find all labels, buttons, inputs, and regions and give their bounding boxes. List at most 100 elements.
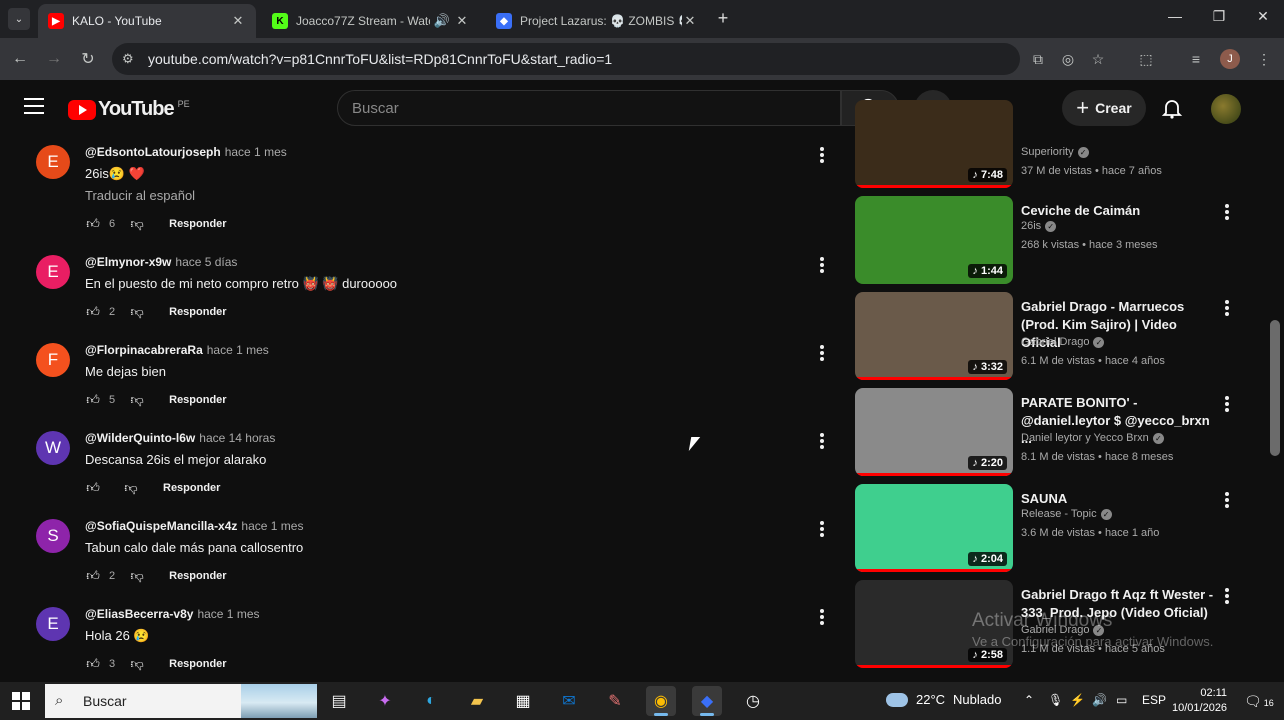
dislike-icon[interactable]: 👎︎ — [129, 392, 145, 408]
related-video[interactable]: ♪ 7:48 Superiority ✓ 37 M de vistas • hac… — [855, 100, 1255, 192]
back-icon[interactable]: ← — [10, 49, 30, 69]
keyboard-language[interactable]: ESP — [1142, 693, 1166, 707]
like-icon[interactable]: 👍︎ — [85, 480, 101, 496]
outlook-icon[interactable]: ✉ — [554, 686, 584, 716]
site-info-icon[interactable]: ⚙ — [122, 51, 138, 67]
video-more-icon[interactable] — [1223, 396, 1231, 414]
comment-more-icon[interactable] — [814, 345, 830, 363]
video-more-icon[interactable] — [1223, 588, 1231, 606]
comment-author[interactable]: @Elmynor-x9w — [85, 255, 171, 269]
search-input[interactable]: Buscar — [337, 90, 841, 126]
comment-author[interactable]: @WilderQuinto-l6w — [85, 431, 195, 445]
recorder-icon[interactable]: ◷ — [738, 686, 768, 716]
notifications-icon[interactable]: 🗨 16 — [1244, 693, 1274, 710]
browser-menu-icon[interactable]: ⋮ — [1254, 49, 1274, 69]
related-video[interactable]: ♪ 2:04 SAUNA Release - Topic ✓ 3.6 M de v… — [855, 484, 1255, 576]
commenter-avatar[interactable]: E — [36, 145, 70, 179]
page-scrollbar[interactable] — [1270, 320, 1280, 456]
profile-avatar[interactable]: J — [1220, 49, 1240, 69]
like-icon[interactable]: 👍︎ — [85, 392, 101, 408]
task-view-icon[interactable]: ▤ — [324, 686, 354, 716]
tab-search-button[interactable]: ⌄ — [8, 8, 30, 30]
video-thumbnail[interactable]: ♪ 1:44 — [855, 196, 1013, 284]
like-icon[interactable]: 👍︎ — [85, 304, 101, 320]
reply-button[interactable]: Responder — [163, 482, 220, 494]
file-explorer-icon[interactable]: ▰ — [462, 686, 492, 716]
network-icon[interactable]: ⚡ — [1070, 693, 1085, 707]
roblox-icon[interactable]: ◆ — [692, 686, 722, 716]
video-thumbnail[interactable]: ♪ 7:48 — [855, 100, 1013, 188]
channel-name[interactable]: Daniel leytor y Yecco Brxn ✓ — [1021, 432, 1164, 444]
reply-button[interactable]: Responder — [169, 306, 226, 318]
paint-icon[interactable]: ✎ — [600, 686, 630, 716]
reload-icon[interactable]: ↻ — [78, 49, 98, 69]
comment-author[interactable]: @SofiaQuispeMancilla-x4z — [85, 519, 237, 533]
close-window-icon[interactable]: ✕ — [1248, 8, 1278, 25]
weather-widget[interactable]: 22°C Nublado — [886, 692, 1001, 707]
reply-button[interactable]: Responder — [169, 570, 226, 582]
video-thumbnail[interactable]: ♪ 2:20 — [855, 388, 1013, 476]
dislike-icon[interactable]: 👎︎ — [129, 304, 145, 320]
url-bar[interactable]: ⚙ youtube.com/watch?v=p81CnnrToFU&list=R… — [112, 43, 1020, 75]
reply-button[interactable]: Responder — [169, 218, 226, 230]
comment-time[interactable]: hace 1 mes — [225, 145, 287, 159]
install-app-icon[interactable]: ⧉ — [1028, 49, 1048, 69]
comment-more-icon[interactable] — [814, 609, 830, 627]
tab-joacco-stream[interactable]: K Joacco77Z Stream - Watch 🔊 ✕ — [262, 4, 480, 38]
commenter-avatar[interactable]: E — [36, 255, 70, 289]
comment-time[interactable]: hace 1 mes — [207, 343, 269, 357]
like-icon[interactable]: 👍︎ — [85, 568, 101, 584]
commenter-avatar[interactable]: E — [36, 607, 70, 641]
channel-name[interactable]: Superiority ✓ — [1021, 146, 1089, 158]
extensions-icon[interactable]: ⬚ — [1136, 49, 1156, 69]
restore-icon[interactable]: ❐ — [1204, 8, 1234, 25]
related-video[interactable]: ♪ 3:32 Gabriel Drago - Marruecos (Prod. … — [855, 292, 1255, 384]
reply-button[interactable]: Responder — [169, 658, 226, 670]
commenter-avatar[interactable]: W — [36, 431, 70, 465]
related-video[interactable]: ♪ 2:20 PARATE BONITO' - @daniel.leytor $… — [855, 388, 1255, 480]
tab-project-lazarus[interactable]: ◆ Project Lazarus: 💀 ZOMBIS 💀 ✕ — [486, 4, 708, 38]
chrome-icon[interactable]: ◉ — [646, 686, 676, 716]
commenter-avatar[interactable]: F — [36, 343, 70, 377]
video-title[interactable]: Ceviche de Caimán — [1021, 202, 1217, 220]
comment-more-icon[interactable] — [814, 521, 830, 539]
commenter-avatar[interactable]: S — [36, 519, 70, 553]
comment-more-icon[interactable] — [814, 433, 830, 451]
tracking-protection-icon[interactable]: ◎ — [1058, 49, 1078, 69]
dislike-icon[interactable]: 👎︎ — [129, 656, 145, 672]
comment-time[interactable]: hace 14 horas — [199, 431, 275, 445]
forward-icon[interactable]: → — [44, 49, 64, 69]
taskbar-search-box[interactable]: ⌕ Buscar — [45, 684, 317, 718]
video-more-icon[interactable] — [1223, 204, 1231, 222]
hamburger-menu-icon[interactable] — [24, 98, 44, 114]
tab-kalo-youtube[interactable]: ▶ KALO - YouTube ✕ — [38, 4, 256, 38]
channel-name[interactable]: Gabriel Drago ✓ — [1021, 336, 1105, 348]
comment-author[interactable]: @EliasBecerra-v8y — [85, 607, 193, 621]
like-icon[interactable]: 👍︎ — [85, 216, 101, 232]
youtube-logo[interactable]: YouTube PE — [68, 98, 190, 121]
volume-icon[interactable]: 🔊 — [1092, 693, 1107, 707]
reply-button[interactable]: Responder — [169, 394, 226, 406]
dislike-icon[interactable]: 👎︎ — [129, 568, 145, 584]
comment-time[interactable]: hace 5 días — [175, 255, 237, 269]
new-tab-button[interactable]: + — [708, 8, 738, 29]
windows-start-icon[interactable] — [12, 692, 30, 710]
microphone-tray-icon[interactable]: 🎙 — [1048, 693, 1063, 707]
comment-more-icon[interactable] — [814, 147, 830, 165]
copilot-icon[interactable]: ✦ — [370, 686, 400, 716]
dislike-icon[interactable]: 👎︎ — [123, 480, 139, 496]
like-icon[interactable]: 👍︎ — [85, 656, 101, 672]
translate-link[interactable]: Traducir al español — [85, 188, 195, 203]
close-tab-icon[interactable]: ✕ — [454, 13, 470, 29]
audio-icon[interactable]: 🔊 — [430, 13, 454, 29]
media-control-icon[interactable]: ≡ — [1186, 49, 1206, 69]
video-title[interactable]: SAUNA — [1021, 490, 1217, 508]
video-thumbnail[interactable]: ♪ 3:32 — [855, 292, 1013, 380]
system-clock[interactable]: 02:11 10/01/2026 — [1172, 686, 1227, 716]
comment-author[interactable]: @FlorpinacabreraRa — [85, 343, 203, 357]
comment-more-icon[interactable] — [814, 257, 830, 275]
video-thumbnail[interactable]: ♪ 2:04 — [855, 484, 1013, 572]
comment-time[interactable]: hace 1 mes — [241, 519, 303, 533]
comment-author[interactable]: @EdsontoLatourjoseph — [85, 145, 221, 159]
close-tab-icon[interactable]: ✕ — [230, 13, 246, 29]
